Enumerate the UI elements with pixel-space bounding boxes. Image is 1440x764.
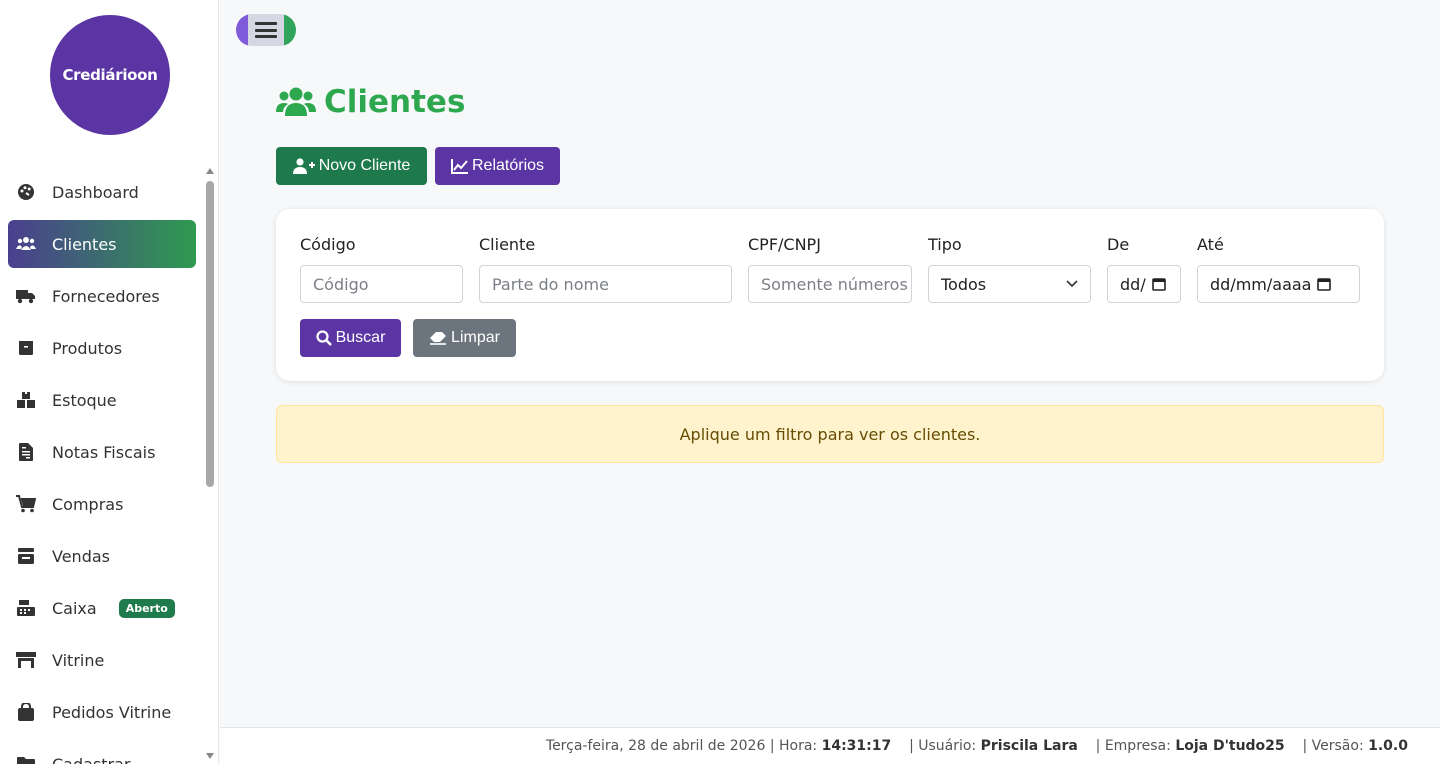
footer-version-label: | Versão: xyxy=(1302,738,1364,754)
sidebar-item-label: Cadastrar xyxy=(52,754,131,764)
calculator-icon xyxy=(16,598,36,618)
users-icon xyxy=(276,87,316,116)
sidebar-item-label: Vitrine xyxy=(52,650,105,670)
sidebar-item-pedidos-vitrine[interactable]: Pedidos Vitrine xyxy=(8,688,196,736)
filter-alert-message: Aplique um filtro para ver os clientes. xyxy=(679,424,981,444)
tipo-selected-value: Todos xyxy=(941,274,987,294)
calendar-icon[interactable] xyxy=(1317,277,1332,291)
footer-date: Terça-feira, 28 de abril de 2026 xyxy=(545,738,766,754)
de-date-input[interactable]: dd/ xyxy=(1107,265,1181,303)
footer-company-label: | Empresa: xyxy=(1095,738,1171,754)
box-icon xyxy=(16,338,36,358)
clear-label: Limpar xyxy=(451,329,500,346)
sidebar-item-notas-fiscais[interactable]: Notas Fiscais xyxy=(8,428,196,476)
calendar-icon[interactable] xyxy=(1151,277,1166,291)
sidebar-item-label: Vendas xyxy=(52,546,110,566)
sidebar-item-vendas[interactable]: Vendas xyxy=(8,532,196,580)
page-title: Clientes xyxy=(276,84,465,120)
footer-status: Terça-feira, 28 de abril de 2026 | Hora:… xyxy=(546,738,1408,754)
ate-date-input[interactable]: dd/mm/aaaa xyxy=(1197,265,1360,303)
sidebar-item-label: Pedidos Vitrine xyxy=(52,702,172,722)
sidebar-item-label: Estoque xyxy=(52,390,117,410)
store-icon xyxy=(16,650,36,670)
de-label: De xyxy=(1107,235,1130,254)
hamburger-icon xyxy=(255,22,277,38)
footer-user: Priscila Lara xyxy=(980,738,1078,754)
cpf-cnpj-input[interactable]: Somente números xyxy=(748,265,912,303)
file-invoice-icon xyxy=(16,442,36,462)
bag-icon xyxy=(16,702,36,722)
sidebar-item-cadastrar[interactable]: Cadastrar xyxy=(8,740,196,764)
search-button[interactable]: Buscar xyxy=(300,319,401,357)
new-client-button[interactable]: Novo Cliente xyxy=(276,147,427,185)
sidebar-item-label: Clientes xyxy=(52,234,117,254)
cliente-input[interactable]: Parte do nome xyxy=(479,265,732,303)
filter-alert: Aplique um filtro para ver os clientes. xyxy=(276,405,1384,463)
sidebar-item-label: Produtos xyxy=(52,338,123,358)
sidebar: Crediárioon Dashboard Clientes Fornecedo… xyxy=(0,0,219,764)
scroll-up-arrow-icon[interactable] xyxy=(206,168,214,174)
sidebar-item-compras[interactable]: Compras xyxy=(8,480,196,528)
footer-time-label: | Hora: xyxy=(769,738,818,754)
users-icon xyxy=(16,234,36,254)
sidebar-item-dashboard[interactable]: Dashboard xyxy=(8,168,196,216)
sidebar-item-label: Caixa xyxy=(52,598,97,618)
truck-icon xyxy=(16,286,36,306)
chart-line-icon xyxy=(450,158,468,174)
brand-logo-text: Crediárioon xyxy=(62,66,158,84)
cliente-label: Cliente xyxy=(479,235,536,254)
footer-version: 1.0.0 xyxy=(1368,738,1408,754)
sidebar-item-produtos[interactable]: Produtos xyxy=(8,324,196,372)
sidebar-item-caixa[interactable]: Caixa Aberto xyxy=(8,584,196,632)
search-label: Buscar xyxy=(335,329,386,346)
chevron-down-icon xyxy=(1066,280,1078,288)
user-plus-icon xyxy=(292,158,315,174)
sidebar-item-label: Fornecedores xyxy=(52,286,160,306)
scroll-down-arrow-icon[interactable] xyxy=(206,753,214,759)
sidebar-scrollbar-thumb[interactable] xyxy=(206,181,214,487)
codigo-input[interactable]: Código xyxy=(300,265,463,303)
cart-icon xyxy=(16,494,36,514)
search-icon xyxy=(315,330,332,346)
boxes-icon xyxy=(16,390,36,410)
sidebar-item-label: Notas Fiscais xyxy=(52,442,156,462)
footer: Terça-feira, 28 de abril de 2026 | Hora:… xyxy=(220,727,1440,764)
de-date-value: dd/ xyxy=(1120,274,1146,294)
reports-label: Relatórios xyxy=(471,157,545,174)
palette-icon xyxy=(16,182,36,202)
new-client-label: Novo Cliente xyxy=(318,157,411,174)
sidebar-item-label: Compras xyxy=(52,494,124,514)
filter-card: Código Código Cliente Parte do nome CPF/… xyxy=(276,209,1384,381)
reports-button[interactable]: Relatórios xyxy=(435,147,560,185)
clear-button[interactable]: Limpar xyxy=(413,319,516,357)
ate-label: Até xyxy=(1197,235,1224,254)
brand-logo[interactable]: Crediárioon xyxy=(50,15,170,135)
sidebar-item-fornecedores[interactable]: Fornecedores xyxy=(8,272,196,320)
footer-user-label: | Usuário: xyxy=(909,738,977,754)
sidebar-item-vitrine[interactable]: Vitrine xyxy=(8,636,196,684)
tipo-label: Tipo xyxy=(928,235,962,254)
cpf-cnpj-label: CPF/CNPJ xyxy=(748,235,821,254)
sidebar-item-clientes[interactable]: Clientes xyxy=(8,220,196,268)
codigo-label: Código xyxy=(300,235,356,254)
cash-register-icon xyxy=(16,546,36,566)
tipo-select[interactable]: Todos xyxy=(928,265,1091,303)
folder-icon xyxy=(16,754,36,764)
eraser-icon xyxy=(430,332,447,345)
footer-time: 14:31:17 xyxy=(821,738,892,754)
sidebar-item-estoque[interactable]: Estoque xyxy=(8,376,196,424)
sidebar-toggle-button[interactable] xyxy=(236,14,296,46)
sidebar-item-label: Dashboard xyxy=(52,182,139,202)
ate-date-value: dd/mm/aaaa xyxy=(1210,274,1312,294)
sidebar-nav: Dashboard Clientes Fornecedores Produtos… xyxy=(8,168,196,764)
footer-company: Loja D'tudo25 xyxy=(1175,738,1285,754)
page-title-text: Clientes xyxy=(324,84,466,120)
caixa-status-badge: Aberto xyxy=(118,598,175,618)
